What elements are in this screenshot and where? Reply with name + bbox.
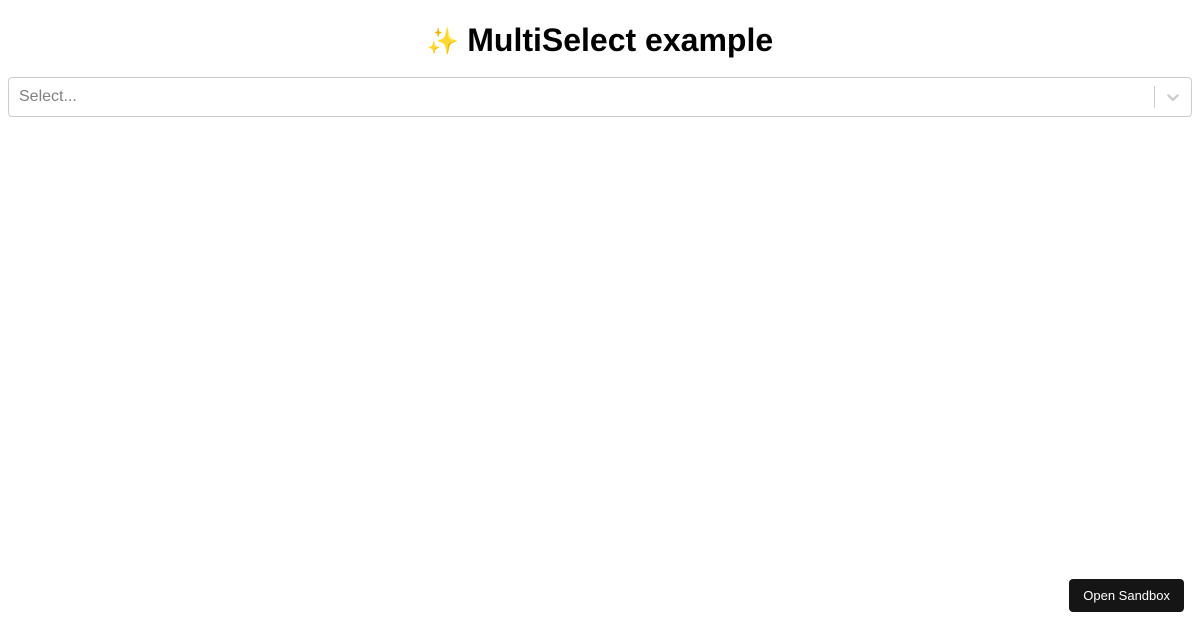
dropdown-indicator[interactable]: [1155, 79, 1191, 115]
multiselect-placeholder: Select...: [9, 78, 1154, 116]
multiselect-control[interactable]: Select...: [8, 77, 1192, 117]
page-title: ✨ MultiSelect example: [427, 22, 773, 59]
multiselect-container: Select...: [8, 77, 1192, 117]
multiselect-indicators: [1154, 78, 1191, 116]
page-title-text: MultiSelect example: [467, 22, 773, 59]
chevron-down-icon: [1163, 87, 1183, 107]
sparkle-stars-icon: ✨: [427, 28, 459, 54]
page-header: ✨ MultiSelect example: [0, 0, 1200, 77]
open-sandbox-button[interactable]: Open Sandbox: [1069, 579, 1184, 612]
